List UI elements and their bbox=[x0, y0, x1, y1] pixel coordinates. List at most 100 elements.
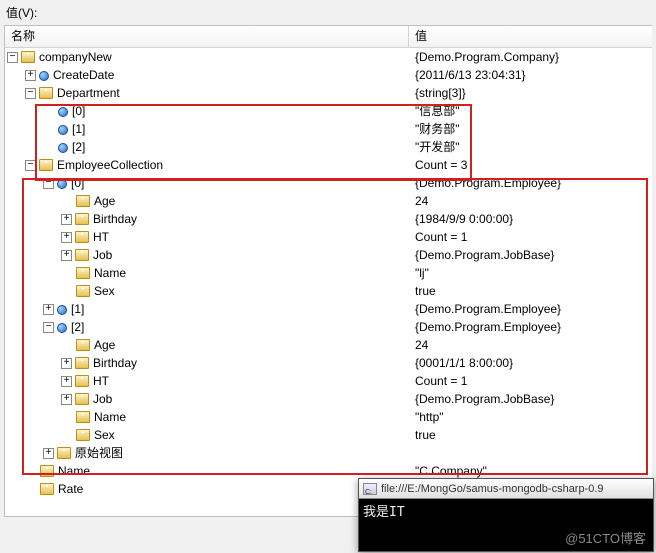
tree-cell-name[interactable]: +Job bbox=[5, 246, 409, 264]
tree-cell-name[interactable]: Name bbox=[5, 408, 409, 426]
tree-cell-value[interactable]: "信息部" bbox=[409, 102, 652, 120]
column-header-name[interactable]: 名称 bbox=[5, 26, 409, 47]
tree-row[interactable]: +原始视图 bbox=[5, 444, 652, 462]
tree-cell-value[interactable]: "开发部" bbox=[409, 138, 652, 156]
node-name: HT bbox=[93, 372, 109, 390]
tree-cell-value[interactable]: {string[3]} bbox=[409, 84, 652, 102]
tree-row[interactable]: +HTCount = 1 bbox=[5, 228, 652, 246]
tree-cell-value[interactable]: true bbox=[409, 282, 652, 300]
tree-row[interactable]: −[0]{Demo.Program.Employee} bbox=[5, 174, 652, 192]
tree-cell-value[interactable]: Count = 1 bbox=[409, 372, 652, 390]
tree-cell-name[interactable]: −companyNew bbox=[5, 48, 409, 66]
tree-cell-value[interactable]: 24 bbox=[409, 336, 652, 354]
collapse-icon[interactable]: − bbox=[25, 88, 36, 99]
tree-row[interactable]: −companyNew{Demo.Program.Company} bbox=[5, 48, 652, 66]
tree-view[interactable]: 名称 值 −companyNew{Demo.Program.Company}+C… bbox=[4, 25, 652, 517]
tree-row[interactable]: +Job{Demo.Program.JobBase} bbox=[5, 390, 652, 408]
tree-cell-value[interactable]: {Demo.Program.JobBase} bbox=[409, 246, 652, 264]
collapse-icon[interactable]: − bbox=[25, 160, 36, 171]
tree-cell-name[interactable]: +Job bbox=[5, 390, 409, 408]
tree-cell-name[interactable]: −Department bbox=[5, 84, 409, 102]
node-name: Sex bbox=[94, 426, 115, 444]
tree-cell-name[interactable]: Name bbox=[5, 462, 409, 480]
tree-row[interactable]: [2]"开发部" bbox=[5, 138, 652, 156]
node-name: Age bbox=[94, 192, 115, 210]
tree-cell-name[interactable]: [2] bbox=[5, 138, 409, 156]
tree-cell-name[interactable]: +原始视图 bbox=[5, 444, 409, 462]
tree-row[interactable]: +Birthday{0001/1/1 8:00:00} bbox=[5, 354, 652, 372]
object-icon bbox=[75, 393, 89, 405]
tree-cell-name[interactable]: +Birthday bbox=[5, 354, 409, 372]
tree-cell-name[interactable]: Sex bbox=[5, 282, 409, 300]
tree-cell-value[interactable]: {1984/9/9 0:00:00} bbox=[409, 210, 652, 228]
expand-icon[interactable]: + bbox=[43, 448, 54, 459]
tree-row[interactable]: + HT Count = 1 bbox=[5, 372, 652, 390]
tree-cell-value[interactable]: Count = 3 bbox=[409, 156, 652, 174]
tree-cell-value[interactable]: {2011/6/13 23:04:31} bbox=[409, 66, 652, 84]
object-icon bbox=[57, 447, 71, 459]
tree-cell-name[interactable]: Rate bbox=[5, 480, 409, 498]
expand-icon[interactable]: + bbox=[61, 358, 72, 369]
tree-cell-name[interactable]: +HT bbox=[5, 228, 409, 246]
expand-icon[interactable]: + bbox=[43, 304, 54, 315]
tree-cell-name[interactable]: [0] bbox=[5, 102, 409, 120]
tree-row[interactable]: +Job{Demo.Program.JobBase} bbox=[5, 246, 652, 264]
node-name: Name bbox=[94, 264, 126, 282]
console-title-bar[interactable]: file:///E:/MongGo/samus-mongodb-csharp-0… bbox=[359, 479, 653, 499]
collapse-icon[interactable]: − bbox=[43, 178, 54, 189]
tree-row[interactable]: +CreateDate{2011/6/13 23:04:31} bbox=[5, 66, 652, 84]
tree-cell-name[interactable]: +[1] bbox=[5, 300, 409, 318]
tree-cell-value[interactable]: "财务部" bbox=[409, 120, 652, 138]
tree-cell-name[interactable]: [1] bbox=[5, 120, 409, 138]
tree-row[interactable]: −[2]{Demo.Program.Employee} bbox=[5, 318, 652, 336]
tree-row[interactable]: Sex true bbox=[5, 282, 652, 300]
column-header-value[interactable]: 值 bbox=[409, 26, 652, 47]
tree-cell-name[interactable]: +Birthday bbox=[5, 210, 409, 228]
tree-row[interactable]: Name"http" bbox=[5, 408, 652, 426]
property-icon bbox=[39, 71, 49, 81]
tree-cell-name[interactable]: Age bbox=[5, 192, 409, 210]
tree-row[interactable]: Age24 bbox=[5, 336, 652, 354]
expand-icon[interactable]: + bbox=[61, 232, 72, 243]
tree-cell-value[interactable]: "lj" bbox=[409, 264, 652, 282]
tree-row[interactable]: −EmployeeCollectionCount = 3 bbox=[5, 156, 652, 174]
tree-cell-value[interactable]: {Demo.Program.Employee} bbox=[409, 300, 652, 318]
node-name: Sex bbox=[94, 282, 115, 300]
expand-icon[interactable]: + bbox=[61, 394, 72, 405]
object-icon bbox=[76, 339, 90, 351]
tree-cell-value[interactable]: true bbox=[409, 426, 652, 444]
expand-icon[interactable]: + bbox=[25, 70, 36, 81]
tree-row[interactable]: [1]"财务部" bbox=[5, 120, 652, 138]
tree-row[interactable]: [0]"信息部" bbox=[5, 102, 652, 120]
tree-cell-value[interactable]: "http" bbox=[409, 408, 652, 426]
tree-row[interactable]: −Department{string[3]} bbox=[5, 84, 652, 102]
console-body: 我是IT bbox=[359, 499, 653, 522]
tree-cell-name[interactable]: Name bbox=[5, 264, 409, 282]
tree-row[interactable]: Sex true bbox=[5, 426, 652, 444]
tree-cell-name[interactable]: −[0] bbox=[5, 174, 409, 192]
tree-cell-name[interactable]: Sex bbox=[5, 426, 409, 444]
expand-icon[interactable]: + bbox=[61, 376, 72, 387]
tree-row[interactable]: Age 24 bbox=[5, 192, 652, 210]
tree-row[interactable]: +[1]{Demo.Program.Employee} bbox=[5, 300, 652, 318]
tree-cell-value[interactable] bbox=[409, 444, 652, 462]
tree-cell-value[interactable]: {0001/1/1 8:00:00} bbox=[409, 354, 652, 372]
tree-cell-value[interactable]: 24 bbox=[409, 192, 652, 210]
collapse-icon[interactable]: − bbox=[43, 322, 54, 333]
tree-cell-name[interactable]: −EmployeeCollection bbox=[5, 156, 409, 174]
collapse-icon[interactable]: − bbox=[7, 52, 18, 63]
property-icon bbox=[57, 305, 67, 315]
tree-cell-name[interactable]: +CreateDate bbox=[5, 66, 409, 84]
tree-row[interactable]: +Birthday{1984/9/9 0:00:00} bbox=[5, 210, 652, 228]
tree-row[interactable]: Name "lj" bbox=[5, 264, 652, 282]
expand-icon[interactable]: + bbox=[61, 214, 72, 225]
tree-cell-name[interactable]: + HT bbox=[5, 372, 409, 390]
expand-icon[interactable]: + bbox=[61, 250, 72, 261]
tree-cell-value[interactable]: {Demo.Program.Employee} bbox=[409, 174, 652, 192]
tree-cell-value[interactable]: {Demo.Program.Company} bbox=[409, 48, 652, 66]
tree-cell-value[interactable]: {Demo.Program.JobBase} bbox=[409, 390, 652, 408]
tree-cell-value[interactable]: Count = 1 bbox=[409, 228, 652, 246]
tree-cell-name[interactable]: −[2] bbox=[5, 318, 409, 336]
tree-cell-name[interactable]: Age bbox=[5, 336, 409, 354]
tree-cell-value[interactable]: {Demo.Program.Employee} bbox=[409, 318, 652, 336]
